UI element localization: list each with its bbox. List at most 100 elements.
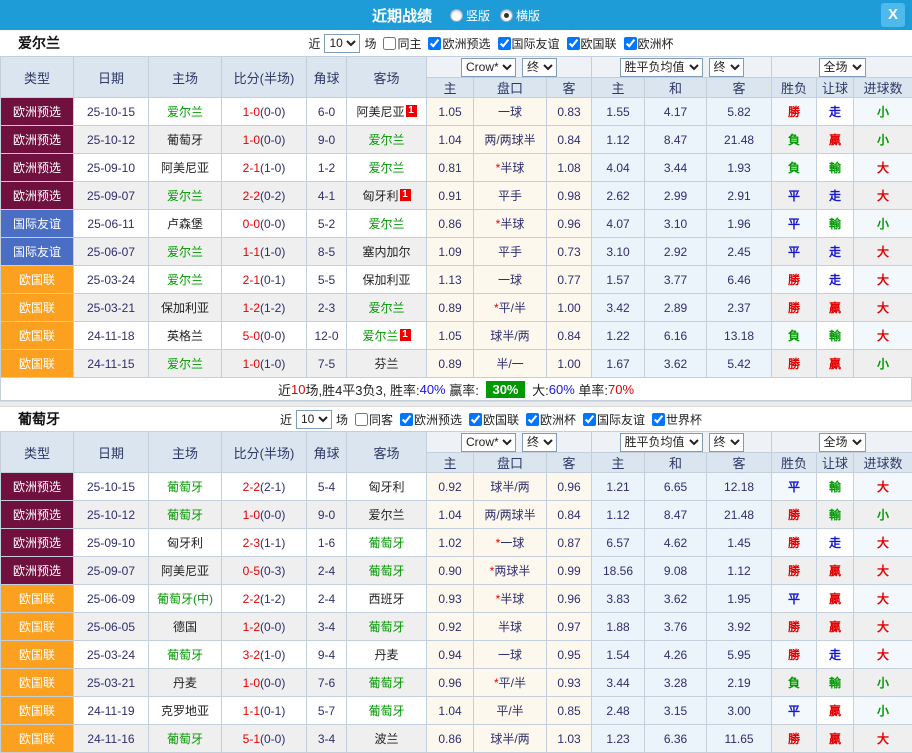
odds-away-win: 3.92	[707, 613, 772, 641]
away-team-name: 葡萄牙	[368, 564, 404, 578]
scope-select[interactable]: 全场	[819, 58, 866, 77]
section-filter-bar: 爱尔兰 近 10 场 同主 欧洲预选国际友谊欧国联欧洲杯	[0, 30, 912, 56]
odds-company-select[interactable]: Crow*	[461, 433, 516, 452]
handicap-line: *平/半	[474, 294, 547, 322]
home-team-name: 葡萄牙(中)	[157, 592, 213, 606]
away-team-cell: 匈牙利1	[347, 182, 427, 210]
away-team-name: 爱尔兰	[368, 508, 404, 522]
result-handicap: 走	[817, 529, 854, 557]
score-cell: 2-1(0-1)	[222, 266, 307, 294]
card-badge: 1	[400, 329, 411, 341]
odds-draw: 2.99	[645, 182, 707, 210]
odds-home-win: 1.12	[592, 126, 645, 154]
odds-home-win: 18.56	[592, 557, 645, 585]
score-cell: 1-2(1-2)	[222, 294, 307, 322]
close-button[interactable]: X	[881, 3, 905, 27]
match-date: 25-10-15	[74, 98, 149, 126]
result-handicap: 走	[817, 98, 854, 126]
layout-radio-horizontal[interactable]	[500, 9, 513, 22]
handicap-line: *半球	[474, 154, 547, 182]
filters: 近 10 场 同客 欧洲预选欧国联欧洲杯国际友谊世界杯	[280, 410, 702, 429]
competition-checkbox[interactable]	[469, 413, 482, 426]
odds-time-select[interactable]: 终	[522, 58, 557, 77]
result-wdl: 勝	[772, 98, 817, 126]
competition-filter: 世界杯	[645, 411, 702, 428]
competition-checkbox[interactable]	[400, 413, 413, 426]
handicap-home-odds: 1.04	[427, 697, 474, 725]
odds-away-win: 5.82	[707, 98, 772, 126]
wdl-header-group: 胜平负均值终	[592, 57, 772, 78]
handicap-home-odds: 0.89	[427, 294, 474, 322]
score-cell: 1-0(0-0)	[222, 126, 307, 154]
handicap-away-odds: 0.97	[547, 613, 592, 641]
wdl-time-select[interactable]: 终	[709, 58, 744, 77]
odds-company-select[interactable]: Crow*	[461, 58, 516, 77]
odds-time-select[interactable]: 终	[522, 433, 557, 452]
handicap-away-odds: 0.84	[547, 126, 592, 154]
wdl-company-select[interactable]: 胜平负均值	[620, 433, 703, 452]
home-team-cell: 葡萄牙	[149, 641, 222, 669]
half-time-score: (1-2)	[260, 301, 285, 315]
same-venue-checkbox[interactable]	[383, 37, 396, 50]
competition-checkbox[interactable]	[428, 37, 441, 50]
away-team-name: 丹麦	[374, 648, 398, 662]
competition-type: 欧国联	[1, 641, 74, 669]
competition-checkbox[interactable]	[624, 37, 637, 50]
handicap-home-odds: 0.96	[427, 669, 474, 697]
odds-home-win: 4.07	[592, 210, 645, 238]
col-type: 类型	[1, 57, 74, 98]
odds-draw: 2.92	[645, 238, 707, 266]
competition-type: 欧国联	[1, 294, 74, 322]
competition-type: 欧国联	[1, 350, 74, 378]
handicap-line: *平/半	[474, 669, 547, 697]
same-venue-checkbox[interactable]	[355, 413, 368, 426]
summary-text: 单率:	[575, 380, 608, 399]
odds-draw: 9.08	[645, 557, 707, 585]
recent-count-select[interactable]: 10	[324, 34, 360, 53]
away-team-cell: 爱尔兰	[347, 501, 427, 529]
competition-filter: 欧洲预选	[421, 35, 490, 52]
result-wdl: 平	[772, 182, 817, 210]
result-wdl: 勝	[772, 266, 817, 294]
away-team-cell: 爱尔兰	[347, 126, 427, 154]
result-goals: 小	[854, 697, 912, 725]
result-wdl: 平	[772, 238, 817, 266]
competition-checkbox[interactable]	[498, 37, 511, 50]
competition-checkbox[interactable]	[567, 37, 580, 50]
result-wdl: 勝	[772, 294, 817, 322]
competition-type: 国际友谊	[1, 238, 74, 266]
result-goals: 小	[854, 98, 912, 126]
competition-label: 国际友谊	[512, 35, 560, 52]
page-title: 近期战绩	[372, 5, 432, 26]
handicap-line-text: 两球半	[494, 564, 530, 578]
odds-away-win: 5.95	[707, 641, 772, 669]
handicap-line-text: 半球	[498, 620, 522, 634]
competition-checkbox[interactable]	[583, 413, 596, 426]
col-result-hcap: 让球	[817, 453, 854, 473]
wdl-company-select[interactable]: 胜平负均值	[620, 58, 703, 77]
wdl-time-select[interactable]: 终	[709, 433, 744, 452]
scope-select[interactable]: 全场	[819, 433, 866, 452]
recent-count-select[interactable]: 10	[296, 410, 332, 429]
col-score: 比分(半场)	[222, 57, 307, 98]
layout-radio-vertical[interactable]	[450, 9, 463, 22]
full-time-score: 0-5	[243, 564, 260, 578]
home-team-name: 爱尔兰	[167, 189, 203, 203]
away-team-cell: 爱尔兰1	[347, 322, 427, 350]
competition-type: 欧国联	[1, 725, 74, 753]
score-cell: 0-5(0-3)	[222, 557, 307, 585]
result-wdl: 平	[772, 697, 817, 725]
away-team-name: 阿美尼亚	[356, 105, 404, 119]
summary-text: 赢率:	[446, 380, 483, 399]
match-row: 国际友谊25-06-07爱尔兰1-1(1-0)8-5塞内加尔1.09平手0.73…	[1, 238, 912, 266]
handicap-line: 球半/两	[474, 473, 547, 501]
match-row: 欧洲预选25-09-10阿美尼亚2-1(1-0)1-2爱尔兰0.81*半球1.0…	[1, 154, 912, 182]
handicap-away-odds: 0.83	[547, 98, 592, 126]
corners: 7-6	[307, 669, 347, 697]
odds-home-win: 1.55	[592, 98, 645, 126]
competition-checkbox[interactable]	[652, 413, 665, 426]
competition-checkbox[interactable]	[526, 413, 539, 426]
match-row: 欧国联25-06-09葡萄牙(中)2-2(1-2)2-4西班牙0.93*半球0.…	[1, 585, 912, 613]
result-wdl: 負	[772, 154, 817, 182]
col-result-wdl: 胜负	[772, 78, 817, 98]
